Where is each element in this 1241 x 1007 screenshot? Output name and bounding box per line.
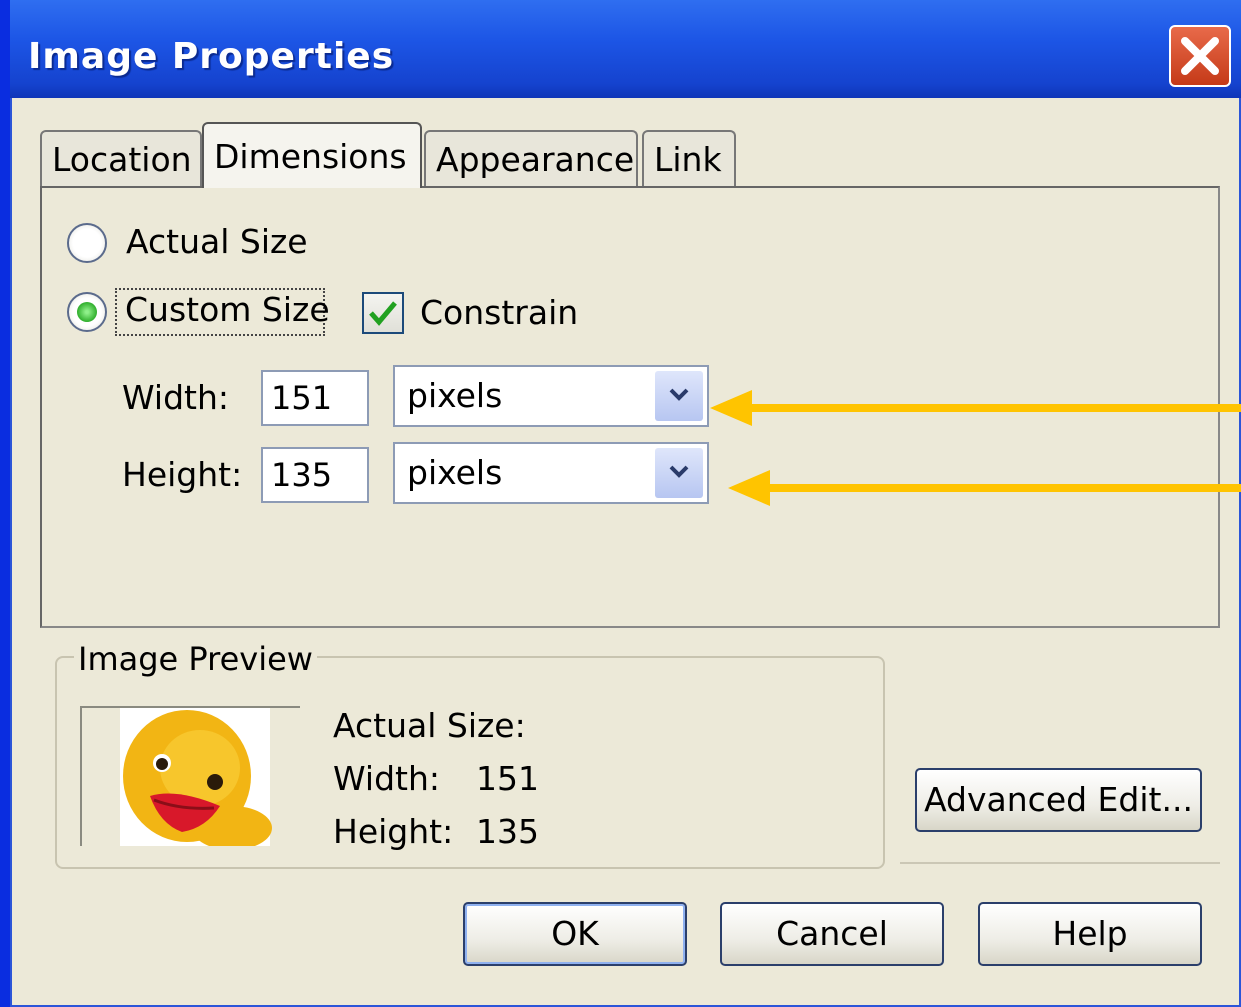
preview-width-value: 151 bbox=[476, 759, 539, 798]
height-label: Height: bbox=[122, 455, 243, 494]
actual-size-radio[interactable] bbox=[67, 223, 107, 263]
custom-size-radio[interactable] bbox=[67, 292, 107, 332]
constrain-label[interactable]: Constrain bbox=[420, 293, 578, 332]
tab-link[interactable]: Link bbox=[642, 130, 736, 188]
width-unit-value: pixels bbox=[407, 376, 503, 415]
height-input[interactable]: 135 bbox=[261, 447, 369, 503]
height-unit-value: pixels bbox=[407, 453, 503, 492]
preview-actual-size-label: Actual Size: bbox=[333, 706, 526, 745]
preview-width-label: Width: bbox=[333, 759, 440, 798]
radio-selected-dot bbox=[77, 302, 97, 322]
close-icon bbox=[1181, 37, 1219, 75]
tab-appearance[interactable]: Appearance bbox=[424, 130, 638, 188]
width-input[interactable]: 151 bbox=[261, 370, 369, 426]
title-bar[interactable]: Image Properties bbox=[10, 0, 1241, 98]
checkmark-icon bbox=[369, 301, 397, 326]
width-unit-dropdown-button[interactable] bbox=[655, 371, 703, 421]
preview-height-value: 135 bbox=[476, 812, 539, 851]
separator bbox=[900, 862, 1220, 864]
cancel-button[interactable]: Cancel bbox=[720, 902, 944, 966]
constrain-checkbox[interactable] bbox=[362, 292, 404, 334]
dialog-title: Image Properties bbox=[28, 36, 395, 77]
advanced-edit-button[interactable]: Advanced Edit... bbox=[915, 768, 1202, 832]
tab-location[interactable]: Location bbox=[40, 130, 202, 188]
preview-height-label: Height: bbox=[333, 812, 454, 851]
rubber-duck-image bbox=[120, 708, 272, 846]
width-label: Width: bbox=[122, 378, 229, 417]
image-preview-legend: Image Preview bbox=[74, 640, 317, 678]
annotation-arrow-icon bbox=[710, 390, 1241, 426]
close-button[interactable] bbox=[1169, 25, 1231, 87]
image-preview-thumbnail bbox=[80, 706, 300, 846]
image-properties-dialog: Image Properties Location Dimensions App… bbox=[10, 0, 1241, 1007]
chevron-down-icon bbox=[669, 388, 689, 401]
height-unit-dropdown-button[interactable] bbox=[655, 448, 703, 498]
height-unit-select[interactable]: pixels bbox=[393, 442, 709, 504]
tab-dimensions[interactable]: Dimensions bbox=[202, 122, 422, 188]
actual-size-label[interactable]: Actual Size bbox=[126, 222, 308, 261]
custom-size-label[interactable]: Custom Size bbox=[125, 290, 330, 329]
ok-button[interactable]: OK bbox=[463, 902, 687, 966]
chevron-down-icon bbox=[669, 465, 689, 478]
help-button[interactable]: Help bbox=[978, 902, 1202, 966]
annotation-arrow-icon bbox=[728, 470, 1241, 506]
width-unit-select[interactable]: pixels bbox=[393, 365, 709, 427]
